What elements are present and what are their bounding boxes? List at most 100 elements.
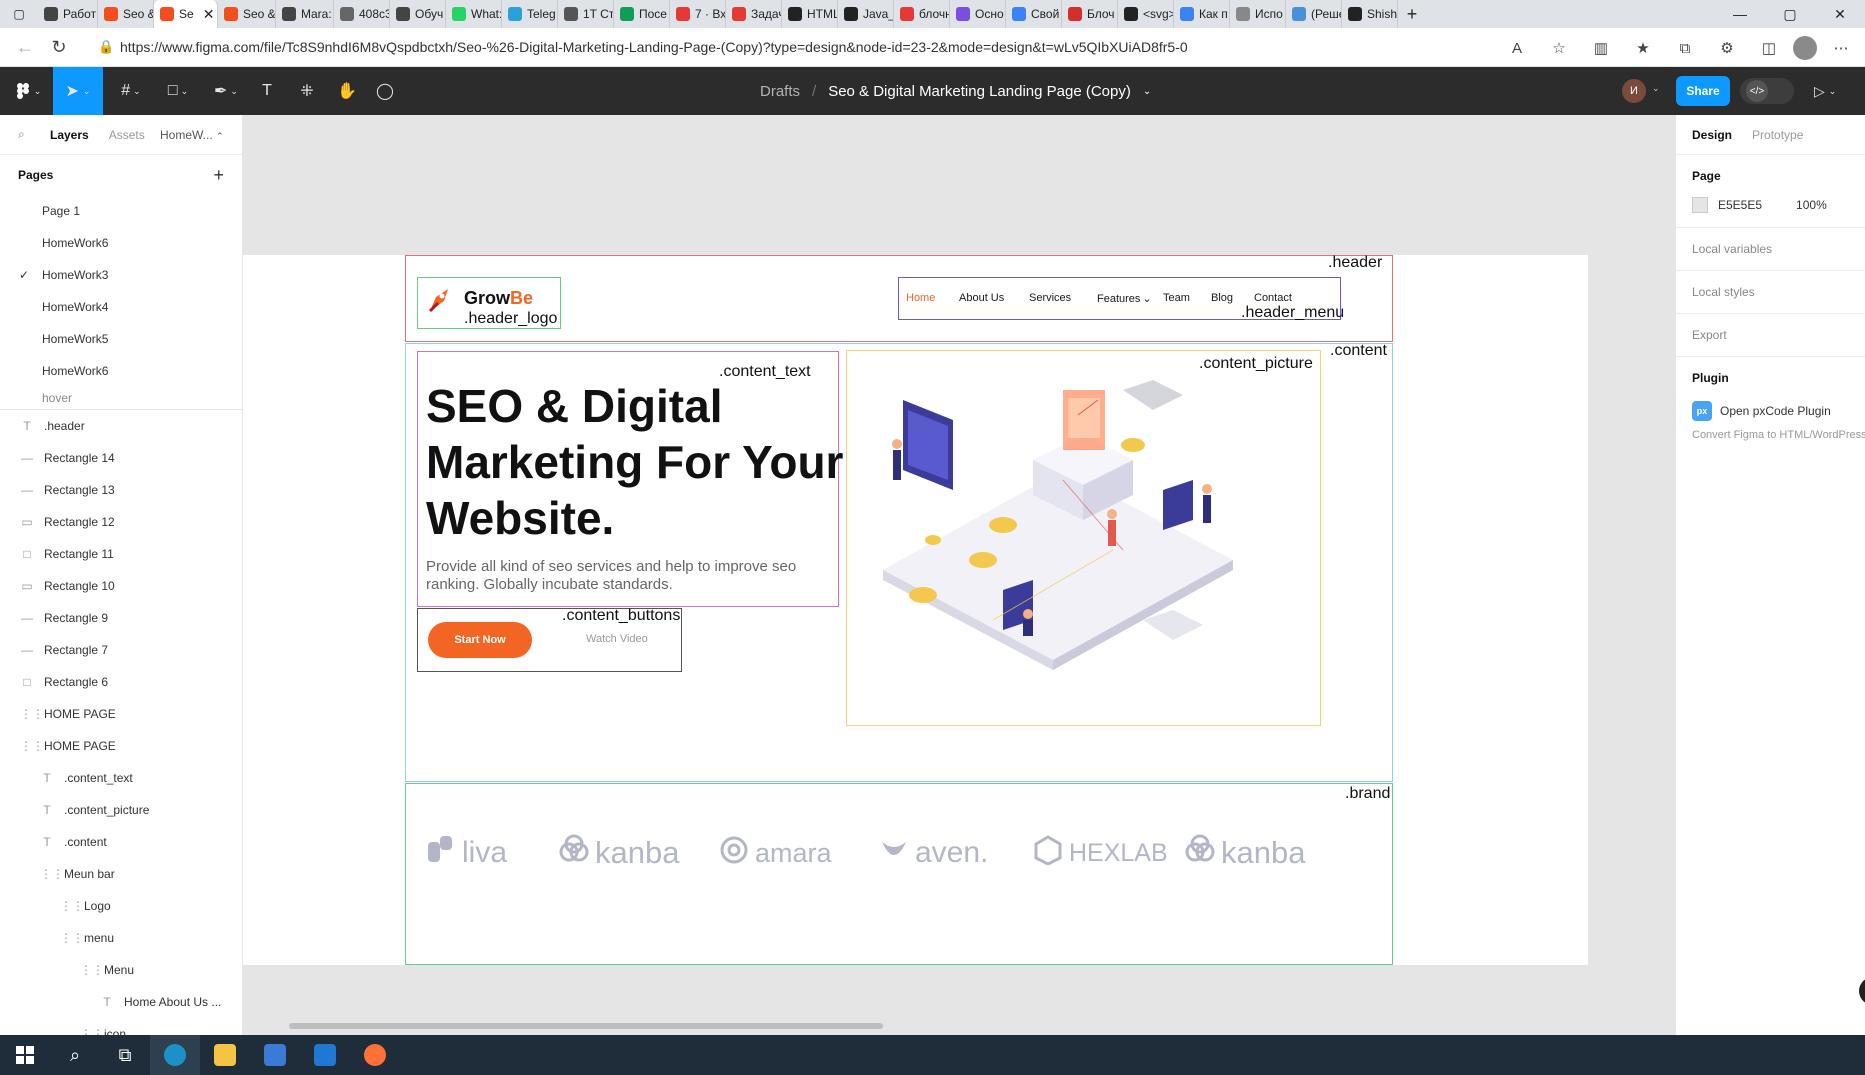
menu-item[interactable]: Contact [1254,292,1292,304]
layer-row[interactable]: ⋮⋮ HOME PAGE [0,698,242,730]
layer-row[interactable]: ▭ Rectangle 10 [0,570,242,602]
browser-tab[interactable]: Java_I [838,0,894,28]
layer-row[interactable]: T .header [0,410,242,442]
page-item[interactable]: hover [0,387,242,405]
move-tool-icon[interactable]: ➤ ⌄ [53,67,103,115]
browser-tab[interactable]: Seo & [218,0,276,28]
tab-layers[interactable]: Layers [50,128,89,142]
layer-row[interactable]: T Home About Us ... [0,986,242,1018]
pen-tool-icon[interactable]: ✒ ⌄ [206,67,246,115]
browser-tab[interactable]: Shishi [1342,0,1398,28]
read-aloud-icon[interactable]: A [1499,31,1535,65]
chevron-down-icon[interactable]: ⌄ [1652,83,1660,94]
browser-tab[interactable]: Mara: [276,0,334,28]
dev-mode-toggle[interactable]: </> [1740,78,1794,104]
favorite-star-icon[interactable]: ☆ [1541,31,1577,65]
design-canvas[interactable]: .header GrowBe .header_logo Home About Us… [243,115,1675,1035]
layer-row[interactable]: T .content [0,826,242,858]
more-menu-icon[interactable]: ⋯ [1823,31,1859,65]
firefox-icon[interactable] [350,1035,400,1075]
layer-row[interactable]: ⋮⋮ Menu [0,954,242,986]
mail-icon[interactable] [300,1035,350,1075]
file-name[interactable]: Seo & Digital Marketing Landing Page (Co… [828,83,1131,100]
local-styles-section[interactable]: Local styles [1676,271,1865,314]
start-now-button[interactable]: Start Now [428,622,532,658]
browser-tab[interactable]: блочн [894,0,950,28]
menu-item[interactable]: Team [1163,292,1190,304]
page-item[interactable]: HomeWork6 [0,355,242,387]
layer-row[interactable]: □ Rectangle 11 [0,538,242,570]
present-button[interactable]: ▷ ⌄ [1814,67,1836,115]
layer-row[interactable]: — Rectangle 14 [0,442,242,474]
page-opacity[interactable]: 100% [1796,198,1827,212]
avatar[interactable]: И [1622,79,1646,103]
horizontal-scrollbar[interactable] [289,1023,883,1029]
layer-row[interactable]: T .content_text [0,762,242,794]
layer-row[interactable]: — Rectangle 13 [0,474,242,506]
favorites-icon[interactable]: ★ [1625,31,1661,65]
chevron-down-icon[interactable]: ⌄ [1143,86,1151,97]
refresh-icon[interactable]: ↻ [42,30,76,64]
edge-icon[interactable] [150,1035,200,1075]
browser-tab[interactable]: Seo & [98,0,154,28]
browser-tab[interactable]: Teleg [502,0,558,28]
tab-assets[interactable]: Assets [109,128,145,142]
browser-tab[interactable]: Как п [1174,0,1230,28]
browser-tab[interactable]: What: [446,0,502,28]
menu-item[interactable]: Services [1029,292,1071,304]
file-explorer-icon[interactable] [200,1035,250,1075]
watch-video-button[interactable]: Watch Video [586,633,648,645]
browser-tab[interactable]: Se ✕ [154,0,218,28]
brand-frame[interactable] [405,783,1393,965]
layer-row[interactable]: ⋮⋮ Meun bar [0,858,242,890]
resources-tool-icon[interactable]: ⁜ [292,67,322,115]
extensions-icon[interactable]: ⚙ [1709,31,1745,65]
page-item[interactable]: Page 1 [0,195,242,227]
layer-row[interactable]: — Rectangle 7 [0,634,242,666]
local-variables-section[interactable]: Local variables [1676,228,1865,271]
layer-row[interactable]: □ Rectangle 6 [0,666,242,698]
tab-actions-icon[interactable]: ▢ [0,0,38,28]
menu-item[interactable]: Features ⌄ [1097,292,1152,305]
layer-row[interactable]: ⋮⋮ HOME PAGE [0,730,242,762]
layer-row[interactable]: ⋮⋮ Logo [0,890,242,922]
tab-design[interactable]: Design [1692,128,1732,142]
add-page-icon[interactable]: + [213,165,224,186]
profile-avatar[interactable] [1793,36,1817,60]
browser-tab[interactable]: Блоч [1062,0,1118,28]
browser-tab[interactable]: 1T Ст [558,0,614,28]
layer-row[interactable]: ⋮⋮ icon [0,1018,242,1035]
browser-essentials-icon[interactable]: ◫ [1751,31,1787,65]
browser-tab[interactable]: Задач [726,0,782,28]
layer-row[interactable]: — Rectangle 9 [0,602,242,634]
tab-prototype[interactable]: Prototype [1752,128,1803,142]
layer-row[interactable]: T .content_picture [0,794,242,826]
menu-item[interactable]: Home [906,292,935,304]
browser-tab[interactable]: 7 · Вх [670,0,726,28]
browser-tab[interactable]: Обуч [390,0,446,28]
browser-tab[interactable]: HTML [782,0,838,28]
collections-icon[interactable]: ⧉ [1667,31,1703,65]
url-field[interactable]: 🔒 https://www.figma.com/file/Tc8S9nhdI6M… [88,32,1468,62]
color-swatch[interactable] [1692,197,1708,213]
split-screen-icon[interactable]: ▥ [1583,31,1619,65]
menu-item[interactable]: Blog [1211,292,1233,304]
browser-tab[interactable]: 408c3 [334,0,390,28]
hand-tool-icon[interactable]: ✋ [332,67,362,115]
page-item[interactable]: HomeWork5 [0,323,242,355]
help-icon[interactable] [1859,977,1865,1005]
new-tab-button[interactable]: + [1398,4,1426,25]
browser-tab[interactable]: Осно [950,0,1006,28]
search-icon[interactable]: ⌕ [18,127,38,142]
browser-tab[interactable]: (Реше [1286,0,1342,28]
plugin-name[interactable]: Open pxCode Plugin [1720,404,1831,418]
browser-tab[interactable]: Испо [1230,0,1286,28]
windows-start-icon[interactable] [0,1035,50,1075]
export-section[interactable]: Export [1676,314,1865,357]
shape-tool-icon[interactable]: □ ⌄ [158,67,198,115]
comment-tool-icon[interactable]: ◯ [370,67,400,115]
browser-tab[interactable]: Свой [1006,0,1062,28]
menu-item[interactable]: About Us [959,292,1004,304]
back-icon[interactable]: ← [8,30,42,64]
browser-tab[interactable]: <svg> [1118,0,1174,28]
